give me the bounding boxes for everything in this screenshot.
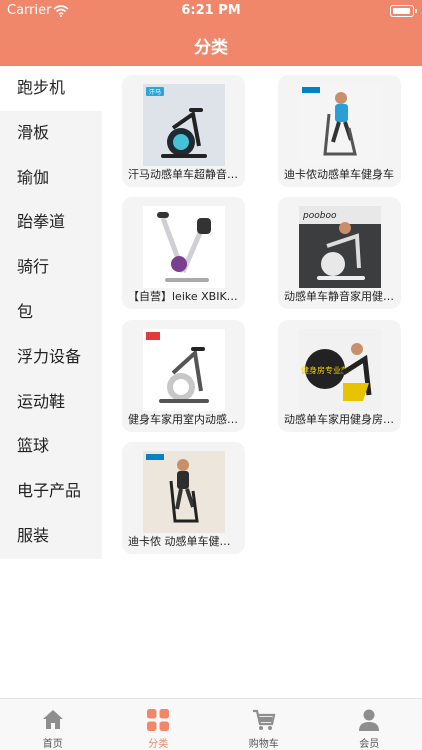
product-image [143, 329, 225, 411]
sidebar-item-basketball[interactable]: 篮球 [0, 424, 102, 469]
page-title: 分类 [194, 38, 228, 58]
product-image-badge: 汗马 [149, 88, 161, 96]
tab-label: 分类 [148, 739, 169, 750]
sidebar-item-label: 跆拳道 [17, 212, 66, 232]
category-grid-icon [146, 708, 170, 732]
product-card[interactable]: 迪卡侬 动感单车健身车 [122, 442, 245, 554]
cart-icon [252, 708, 276, 732]
sidebar-item-label: 服装 [17, 525, 50, 545]
tab-label: 会员 [359, 739, 380, 750]
product-card[interactable]: 【自营】leike XBIKE健身车 [122, 197, 245, 309]
product-card[interactable]: 汗马 汗马动感单车超静音家用 [122, 75, 245, 187]
sidebar-item-label: 包 [17, 301, 34, 321]
product-name: 迪卡侬动感单车健身车 [284, 168, 394, 181]
tab-cart[interactable]: 购物车 [211, 699, 317, 750]
product-name: 迪卡侬 动感单车健身车 [128, 535, 239, 548]
product-name: 汗马动感单车超静音家用 [128, 168, 239, 181]
sidebar-item-label: 跑步机 [17, 78, 66, 97]
sidebar-item-label: 运动鞋 [17, 391, 66, 411]
product-image: pooboo [299, 206, 381, 288]
product-name: 健身车家用室内动感单车 [128, 413, 239, 426]
tab-label: 购物车 [248, 739, 279, 750]
sidebar-item-clothing[interactable]: 服装 [0, 514, 102, 559]
product-card[interactable]: pooboo 动感单车静音家用健身车 [278, 197, 401, 309]
sidebar-item-cycling[interactable]: 骑行 [0, 245, 102, 290]
product-image: 健身房专业款 [299, 329, 381, 411]
sidebar-item-buoyancy[interactable]: 浮力设备 [0, 335, 102, 380]
status-time: 6:21 PM [181, 3, 241, 18]
product-image-badge: pooboo [302, 211, 337, 221]
sidebar-item-label: 滑板 [17, 122, 50, 142]
tab-member[interactable]: 会员 [317, 699, 422, 750]
product-name: 动感单车家用健身房专业款 [284, 413, 395, 426]
tab-home[interactable]: 首页 [0, 699, 106, 750]
sidebar-item-label: 骑行 [17, 257, 50, 277]
sidebar-item-taekwondo[interactable]: 跆拳道 [0, 200, 102, 245]
sidebar-item-label: 电子产品 [17, 481, 82, 501]
sidebar-item-label: 篮球 [17, 436, 50, 456]
navigation-bar: 分类 [0, 22, 422, 66]
category-sidebar: 跑步机 滑板 瑜伽 跆拳道 骑行 包 浮力设备 运动鞋 篮球 电子产品 服装 [0, 66, 102, 559]
sidebar-item-yoga[interactable]: 瑜伽 [0, 156, 102, 201]
product-image [299, 84, 381, 166]
sidebar-item-treadmill[interactable]: 跑步机 [0, 66, 102, 111]
sidebar-item-label: 浮力设备 [17, 346, 82, 366]
home-icon [41, 708, 65, 732]
product-card[interactable]: 健身车家用室内动感单车 [122, 320, 245, 432]
sidebar-item-sneakers[interactable]: 运动鞋 [0, 380, 102, 425]
status-bar: Carrier 6:21 PM [0, 0, 422, 22]
bottom-tab-bar: 首页 分类 购物车 会员 [0, 698, 422, 750]
product-name: 动感单车静音家用健身车 [284, 290, 395, 303]
product-grid: 汗马 汗马动感单车超静音家用 迪卡侬动感单车健身车 【自营】leike XBIK… [102, 66, 422, 698]
product-image [143, 451, 225, 533]
battery-icon [390, 5, 417, 17]
tab-category[interactable]: 分类 [106, 699, 212, 750]
sidebar-item-bags[interactable]: 包 [0, 290, 102, 335]
sidebar-item-skateboard[interactable]: 滑板 [0, 111, 102, 156]
product-image: 汗马 [143, 84, 225, 166]
product-image [143, 206, 225, 288]
tab-label: 首页 [42, 739, 63, 750]
member-icon [357, 708, 381, 732]
sidebar-item-label: 瑜伽 [17, 167, 50, 187]
product-card[interactable]: 健身房专业款 动感单车家用健身房专业款 [278, 320, 401, 432]
product-name: 【自营】leike XBIKE健身车 [128, 290, 239, 303]
product-image-badge: 健身房专业款 [301, 365, 349, 375]
sidebar-item-electronics[interactable]: 电子产品 [0, 469, 102, 514]
product-card[interactable]: 迪卡侬动感单车健身车 [278, 75, 401, 187]
